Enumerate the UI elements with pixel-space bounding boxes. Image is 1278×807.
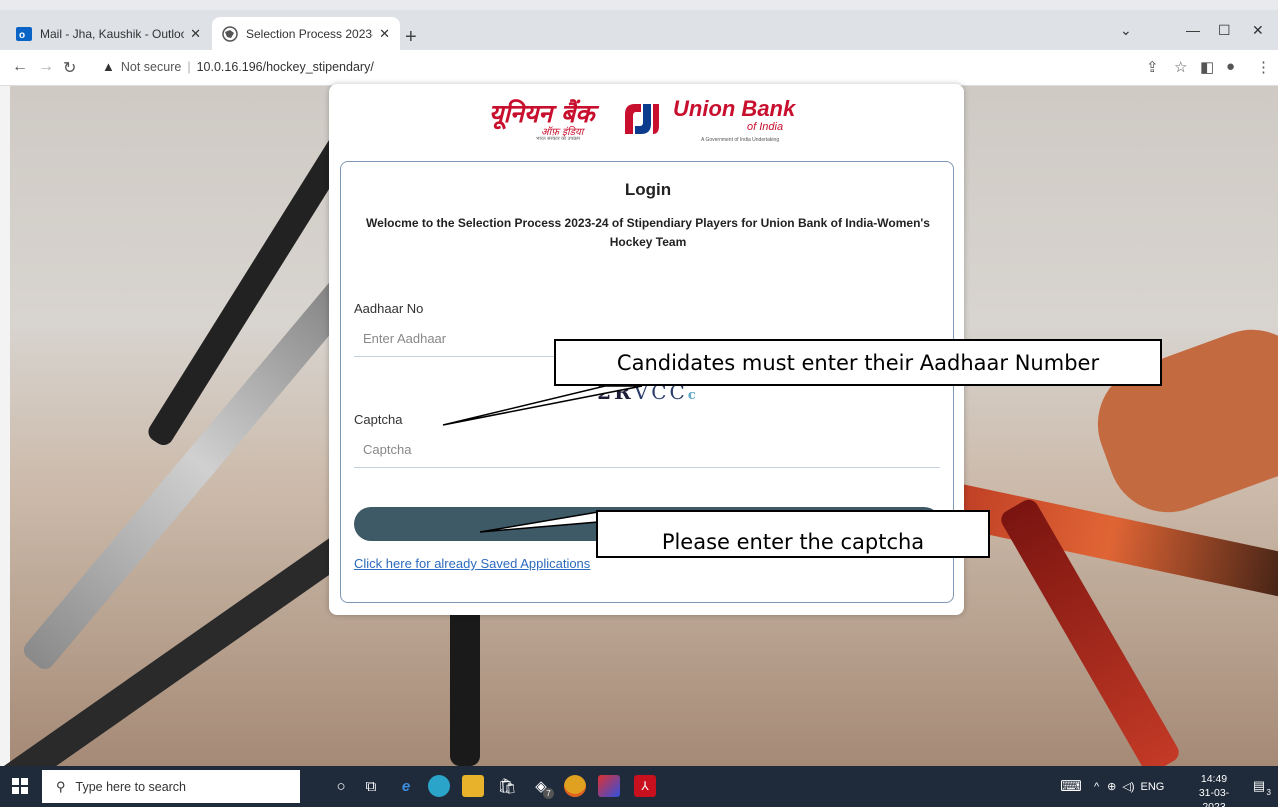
window-titlebar xyxy=(0,0,1278,10)
steam-badge: 7 xyxy=(543,788,554,799)
notification-center-icon[interactable]: ▤ 3 xyxy=(1248,775,1271,797)
store-icon[interactable]: 🛍 xyxy=(496,775,518,797)
url-text: 10.0.16.196/hockey_stipendary/ xyxy=(196,59,374,74)
tab-outlook-mail[interactable]: o Mail - Jha, Kaushik - Outlook ✕ xyxy=(6,17,211,50)
url-separator: | xyxy=(187,59,191,74)
acrobat-icon[interactable]: ⅄ xyxy=(634,775,656,797)
task-view-icon[interactable]: ⧉ xyxy=(360,775,382,797)
tab-search-chevron-icon[interactable]: ⌄ xyxy=(1120,22,1132,39)
saved-applications-link[interactable]: Click here for already Saved Application… xyxy=(354,556,590,571)
union-bank-emblem-icon xyxy=(625,104,659,134)
paint-icon[interactable] xyxy=(598,775,620,797)
volume-icon[interactable]: ◁) xyxy=(1122,780,1134,793)
tab-strip: o Mail - Jha, Kaushik - Outlook ✕ Select… xyxy=(0,10,1278,50)
aadhaar-label: Aadhaar No xyxy=(354,301,424,316)
file-explorer-icon[interactable] xyxy=(462,775,484,797)
page-left-strip xyxy=(0,86,10,766)
tab-selection-process[interactable]: Selection Process 2023-24 of Stip ✕ xyxy=(212,17,400,50)
side-panel-icon[interactable]: ◧ xyxy=(1200,58,1214,76)
cortana-icon[interactable]: ○ xyxy=(330,775,352,797)
chevron-up-icon[interactable]: ^ xyxy=(1094,781,1099,793)
close-tab-icon[interactable]: ✕ xyxy=(190,26,201,42)
share-icon[interactable]: ⇪ xyxy=(1146,58,1159,76)
globe-icon xyxy=(222,25,238,42)
logo-hindi-tagline: भारत सरकार का उपक्रम xyxy=(536,136,581,142)
captcha-label: Captcha xyxy=(354,412,403,427)
taskbar-search-placeholder: Type here to search xyxy=(75,779,187,794)
forward-arrow-icon[interactable]: → xyxy=(38,58,54,76)
search-icon: ⚲ xyxy=(56,778,66,794)
aadhaar-callout: Candidates must enter their Aadhaar Numb… xyxy=(554,339,1162,386)
security-label: Not secure xyxy=(120,59,182,74)
windows-start-icon[interactable] xyxy=(12,778,28,794)
svg-text:o: o xyxy=(19,30,25,41)
more-menu-icon[interactable]: ⋮ xyxy=(1256,58,1271,76)
union-bank-logo: यूनियन बैंक ऑफ़ इंडिया भारत सरकार का उपक… xyxy=(489,96,819,146)
new-tab-button[interactable]: + xyxy=(405,26,417,49)
close-window-icon[interactable]: ✕ xyxy=(1252,22,1264,39)
welcome-message: Welocme to the Selection Process 2023-24… xyxy=(366,216,930,249)
logo-english-sub: of India xyxy=(747,121,784,133)
network-icon[interactable]: ⊕ xyxy=(1107,780,1116,793)
hockey-stick-background xyxy=(19,252,381,674)
captcha-text: c xyxy=(687,388,699,403)
url-field[interactable]: ▲ Not secure | 10.0.16.196/hockey_stipen… xyxy=(102,59,374,74)
outlook-icon: o xyxy=(16,26,32,41)
clock-time: 14:49 xyxy=(1200,773,1228,785)
edge-icon[interactable] xyxy=(428,775,450,797)
chrome-icon[interactable] xyxy=(564,775,586,797)
system-tray: ^ ⊕ ◁) ENG xyxy=(1094,766,1164,807)
profile-icon[interactable]: ● xyxy=(1226,58,1235,75)
keyboard-icon[interactable]: ⌨ xyxy=(1060,775,1082,797)
taskbar-search-box[interactable]: ⚲ Type here to search xyxy=(42,770,300,803)
logo-english-name: Union Bank xyxy=(673,96,796,121)
logo-english-tagline: A Government of India Undertaking xyxy=(701,137,780,143)
bookmark-star-icon[interactable]: ☆ xyxy=(1174,58,1187,76)
windows-taskbar: ⚲ Type here to search ○ ⧉ e 🛍 ◈ 7 ⅄ ⌨ ^ … xyxy=(0,766,1278,807)
minimize-icon[interactable]: — xyxy=(1186,22,1200,38)
language-indicator[interactable]: ENG xyxy=(1141,781,1165,793)
captcha-callout: Please enter the captcha xyxy=(596,510,990,558)
internet-explorer-icon[interactable]: e xyxy=(395,775,417,797)
maximize-icon[interactable]: ☐ xyxy=(1218,22,1231,39)
steam-icon[interactable]: ◈ 7 xyxy=(530,775,554,799)
back-arrow-icon[interactable]: ← xyxy=(12,58,28,76)
tab-title: Selection Process 2023-24 of Stip xyxy=(246,26,373,41)
notification-count: 3 xyxy=(1266,788,1271,797)
close-tab-icon[interactable]: ✕ xyxy=(379,26,390,42)
login-title: Login xyxy=(624,180,672,199)
captcha-input[interactable] xyxy=(354,432,940,468)
taskbar-clock[interactable]: 14:49 31-03-2023 xyxy=(1192,772,1236,807)
warning-icon: ▲ xyxy=(102,59,115,74)
address-bar: ← → ↻ ▲ Not secure | 10.0.16.196/hockey_… xyxy=(0,50,1278,86)
clock-date: 31-03-2023 xyxy=(1198,787,1230,807)
tab-title: Mail - Jha, Kaushik - Outlook xyxy=(40,26,185,41)
reload-icon[interactable]: ↻ xyxy=(63,58,76,78)
